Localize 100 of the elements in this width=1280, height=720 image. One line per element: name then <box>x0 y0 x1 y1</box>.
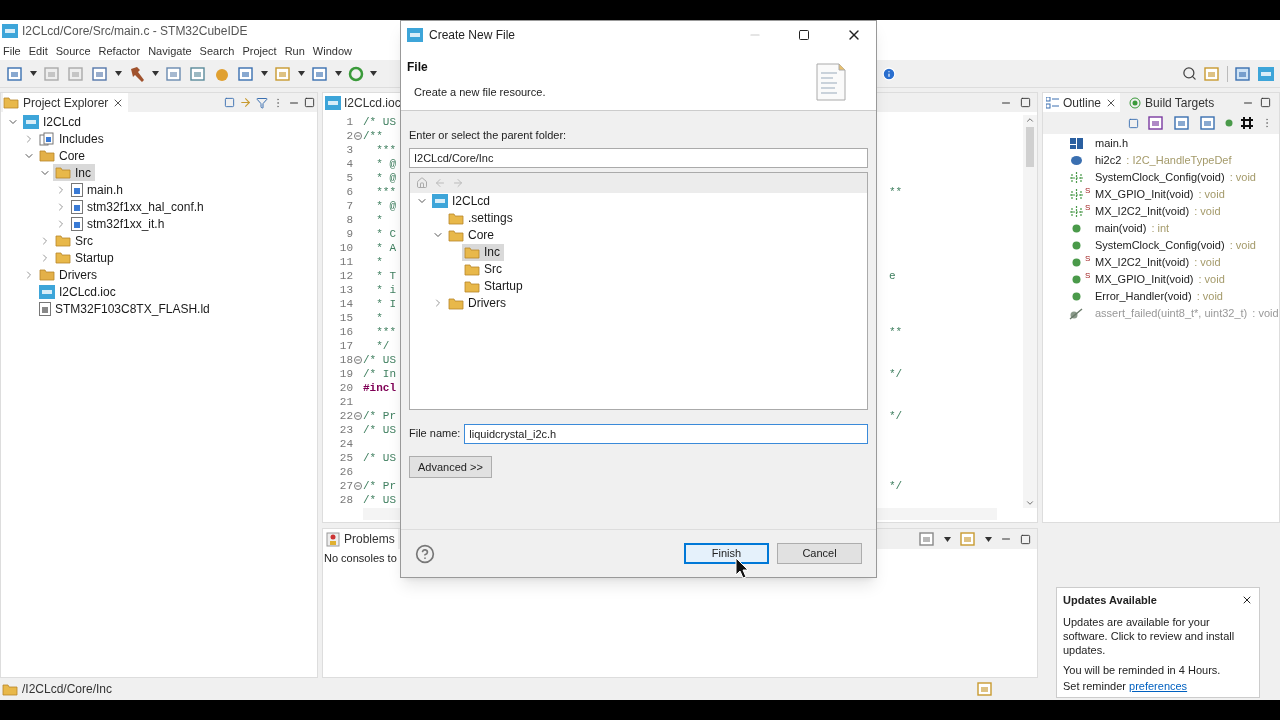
link-icon[interactable] <box>239 96 252 109</box>
outline-item[interactable]: S MX_GPIO_Init(void) : void <box>1043 271 1279 288</box>
tree-item[interactable]: main.h <box>69 181 128 198</box>
status-path: /I2CLcd/Core/Inc <box>22 681 113 698</box>
maximize-icon[interactable] <box>1020 97 1031 108</box>
tree-item[interactable]: I2CLcd.ioc <box>37 283 120 300</box>
tree-item[interactable]: I2CLcd <box>430 192 495 210</box>
filter-icon[interactable] <box>256 96 268 109</box>
menu-item[interactable]: Edit <box>28 42 48 60</box>
search-icon[interactable] <box>1182 66 1197 81</box>
new-icon[interactable] <box>6 65 24 82</box>
outline-item[interactable]: main(void) : int <box>1043 220 1279 237</box>
file-name-field[interactable]: liquidcrystal_i2c.h <box>464 423 868 444</box>
outline-item[interactable]: S MX_I2C2_Init(void) : void <box>1043 203 1279 220</box>
fold-icon[interactable] <box>354 356 362 364</box>
scroll-down-icon[interactable] <box>1025 498 1035 508</box>
line-number: 5 <box>345 170 353 186</box>
vertical-scrollbar[interactable] <box>1023 115 1037 508</box>
tree-item[interactable]: stm32f1xx_it.h <box>69 215 169 232</box>
folder-icon <box>55 251 71 264</box>
outline-item[interactable]: S MX_GPIO_Init(void) : void <box>1043 186 1279 203</box>
caret-icon[interactable] <box>298 71 305 76</box>
collapse-all-icon[interactable] <box>1128 117 1139 129</box>
menu-item[interactable]: Source <box>55 42 91 60</box>
menu-item[interactable]: Run <box>284 42 305 60</box>
tree-item[interactable]: Inc <box>462 243 504 261</box>
tree-item[interactable]: Startup <box>462 277 527 295</box>
folder-field[interactable]: I2CLcd/Core/Inc <box>409 147 868 168</box>
code-text: ** <box>889 324 903 340</box>
tree-item[interactable]: Src <box>53 232 97 249</box>
fold-icon[interactable] <box>354 482 362 490</box>
caret-icon[interactable] <box>985 536 992 542</box>
tree-item[interactable]: Startup <box>53 249 118 266</box>
editor-tab[interactable]: I2CLcd.ioc <box>323 93 403 112</box>
tree-item[interactable]: .settings <box>446 209 517 227</box>
maximize-icon[interactable] <box>1260 97 1271 108</box>
dialog-button[interactable]: Cancel <box>777 543 862 564</box>
mx-file-icon <box>325 95 341 110</box>
maximize-icon[interactable] <box>304 97 315 108</box>
notification-title: Updates Available <box>1063 593 1157 608</box>
tree-item[interactable]: STM32F103C8TX_FLASH.ld <box>37 300 214 317</box>
preferences-link[interactable]: preferences <box>1129 679 1188 692</box>
tree-item[interactable]: Includes <box>37 130 108 147</box>
outline-item[interactable]: hi2c2 : I2C_HandleTypeDef <box>1043 152 1279 169</box>
dialog-button[interactable]: Finish <box>684 543 769 564</box>
caret-icon[interactable] <box>115 71 122 76</box>
folder-tree[interactable]: I2CLcd .settings Core Inc Src Startup Drivers <box>409 171 868 410</box>
view-tab[interactable]: Project Explorer <box>3 93 129 112</box>
tree-item[interactable]: Src <box>462 260 506 278</box>
menu-item[interactable]: File <box>3 42 21 60</box>
menu-item[interactable]: Refactor <box>98 42 141 60</box>
fold-icon[interactable] <box>354 132 362 140</box>
info-icon[interactable] <box>882 66 896 81</box>
header-file-icon <box>71 216 83 231</box>
outline-label: main(void) <box>1095 221 1147 237</box>
mx-file-icon <box>39 284 55 299</box>
menu-item[interactable]: Window <box>312 42 352 60</box>
tree-item[interactable]: Core <box>37 147 89 164</box>
help-icon[interactable] <box>415 543 435 564</box>
code-text: *** <box>375 324 396 340</box>
tree-item[interactable]: I2CLcd <box>21 113 86 130</box>
maximize-icon[interactable] <box>1020 533 1031 545</box>
tree-item[interactable]: Inc <box>53 164 95 181</box>
outline-type: : void <box>1193 255 1221 271</box>
outline-label: MX_GPIO_Init(void) <box>1095 272 1194 288</box>
code-text: */ <box>889 478 903 494</box>
outline-item[interactable]: main.h <box>1043 135 1279 152</box>
home-icon[interactable] <box>416 176 428 189</box>
outline-item[interactable]: SystemClock_Config(void) : void <box>1043 169 1279 186</box>
line-number: 23 <box>338 422 353 438</box>
code-text: * A <box>375 240 396 256</box>
view-tab[interactable]: Outline <box>1043 93 1121 112</box>
tree-item[interactable]: Drivers <box>37 266 101 283</box>
menu-item[interactable]: Search <box>199 42 235 60</box>
outline-item[interactable]: SystemClock_Config(void) : void <box>1043 237 1279 254</box>
maximize-icon[interactable] <box>798 29 810 41</box>
caret-icon[interactable] <box>335 71 342 76</box>
source-folder-icon <box>39 268 55 281</box>
caret-icon[interactable] <box>370 71 377 76</box>
tree-item[interactable]: Core <box>446 226 498 244</box>
outline-type: : void <box>1195 289 1223 305</box>
collapse-all-icon[interactable] <box>224 97 235 108</box>
caret-icon[interactable] <box>30 71 37 76</box>
outline-item[interactable]: Error_Handler(void) : void <box>1043 288 1279 305</box>
outline-item[interactable]: S MX_I2C2_Init(void) : void <box>1043 254 1279 271</box>
view-tab[interactable]: Problems <box>323 529 398 549</box>
caret-icon[interactable] <box>944 536 951 542</box>
menu-item[interactable]: Project <box>242 42 277 60</box>
line-number: 1 <box>345 114 353 130</box>
caret-icon[interactable] <box>261 71 268 76</box>
fold-icon[interactable] <box>354 412 362 420</box>
scroll-up-icon[interactable] <box>1025 115 1035 125</box>
scrollbar-thumb[interactable] <box>1026 127 1034 167</box>
code-text: /* In <box>363 366 396 382</box>
caret-icon[interactable] <box>152 71 159 76</box>
tree-item[interactable]: Drivers <box>446 294 510 312</box>
menu-item[interactable]: Navigate <box>148 42 192 60</box>
tree-item[interactable]: stm32f1xx_hal_conf.h <box>69 198 208 215</box>
hide-macros-icon[interactable] <box>1241 117 1253 129</box>
advanced-button[interactable]: Advanced >> <box>409 455 492 478</box>
